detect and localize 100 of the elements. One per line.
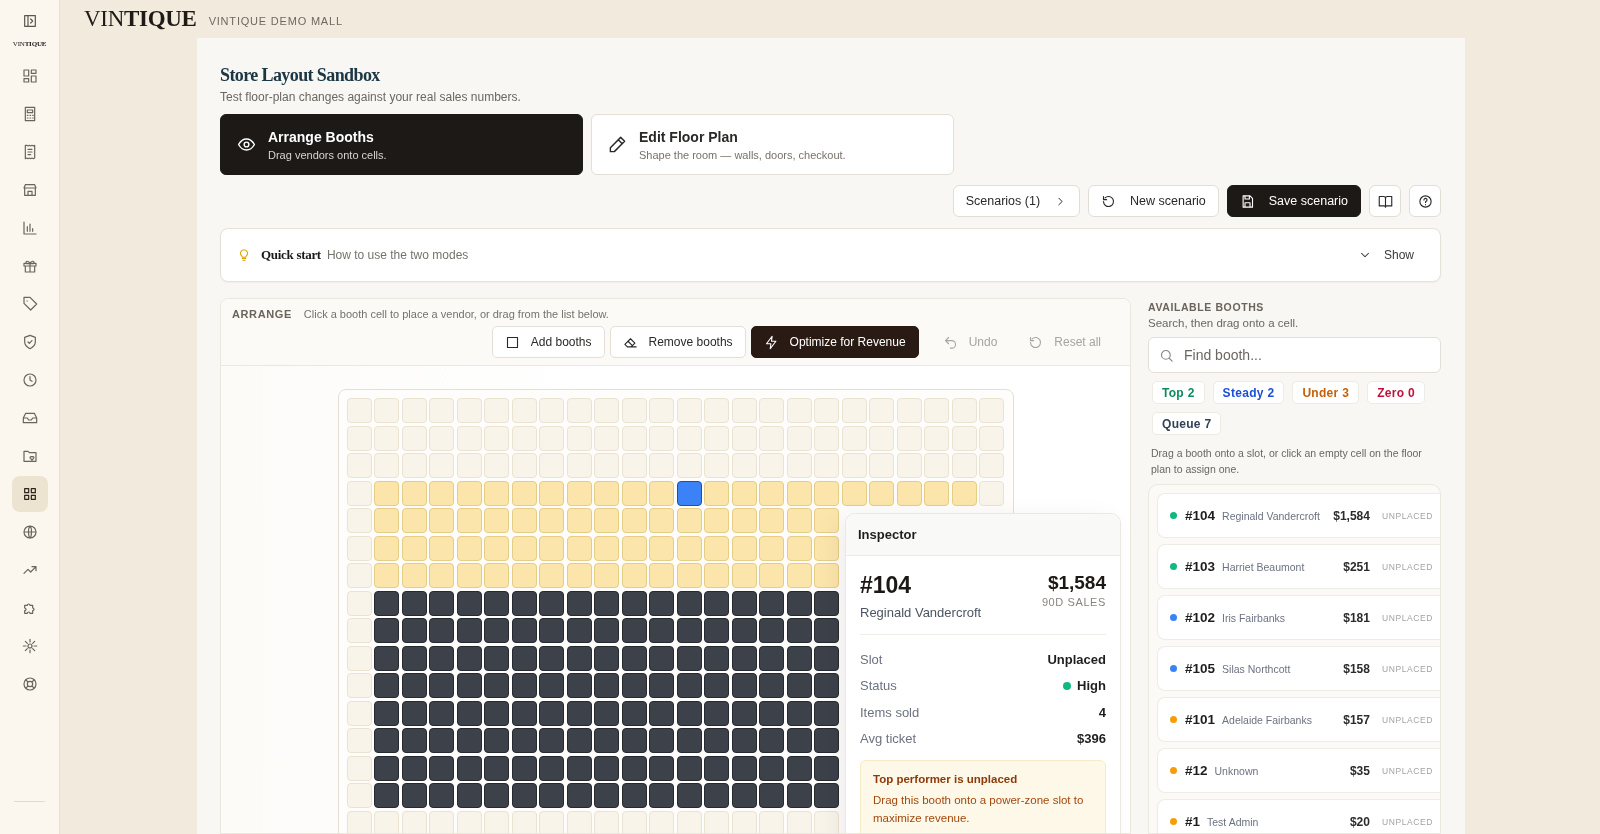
booth-cell[interactable] <box>649 700 674 726</box>
booth-cell[interactable] <box>731 700 757 726</box>
filter-chip[interactable]: Under 3 <box>1292 381 1360 404</box>
filter-chip[interactable]: Steady 2 <box>1212 381 1285 404</box>
booth-cell[interactable] <box>456 645 482 671</box>
booth-cell[interactable] <box>786 645 812 671</box>
booth-cell[interactable] <box>374 618 399 643</box>
booth-cell[interactable] <box>539 673 564 698</box>
booth-cell[interactable] <box>676 645 702 671</box>
booth-cell[interactable] <box>759 618 784 643</box>
booth-cell[interactable] <box>649 755 674 781</box>
booth-cell[interactable] <box>511 783 537 808</box>
booth-cell[interactable] <box>594 728 619 753</box>
booth-cell[interactable] <box>594 590 619 616</box>
booth-cell[interactable] <box>759 673 784 698</box>
booth-cell[interactable] <box>484 673 509 698</box>
booth-cell[interactable] <box>731 673 757 698</box>
booth-cell[interactable] <box>621 700 647 726</box>
booth-cell[interactable] <box>814 783 839 808</box>
booth-cell[interactable] <box>731 728 757 753</box>
booth-cell[interactable] <box>649 618 674 643</box>
booth-cell[interactable] <box>621 783 647 808</box>
booth-cell[interactable] <box>649 645 674 671</box>
booth-cell[interactable] <box>731 755 757 781</box>
booth-cell[interactable] <box>704 590 729 616</box>
booth-cell[interactable] <box>759 783 784 808</box>
booth-cell[interactable] <box>374 590 399 616</box>
booth-cell[interactable] <box>484 618 509 643</box>
booth-cell[interactable] <box>511 755 537 781</box>
booth-cell[interactable] <box>704 783 729 808</box>
booth-cell[interactable] <box>539 700 564 726</box>
booth-cell[interactable] <box>786 700 812 726</box>
booth-cell[interactable] <box>456 673 482 698</box>
booth-row[interactable]: #12 Unknown $35 UNPLACED <box>1157 748 1440 793</box>
booth-cell[interactable] <box>456 783 482 808</box>
booth-cell[interactable] <box>539 618 564 643</box>
booth-cell[interactable] <box>456 728 482 753</box>
booth-cell[interactable] <box>429 673 454 698</box>
mode-tab[interactable]: Arrange Booths Drag vendors onto cells. <box>220 114 583 175</box>
booth-cell[interactable] <box>429 700 454 726</box>
booth-cell[interactable] <box>814 618 839 643</box>
booth-cell[interactable] <box>621 618 647 643</box>
help-button[interactable] <box>1409 185 1441 217</box>
booth-cell[interactable] <box>759 755 784 781</box>
filter-chip[interactable]: Zero 0 <box>1367 381 1425 404</box>
sidebar-toggle-icon[interactable] <box>21 13 38 29</box>
booth-cell[interactable] <box>594 673 619 698</box>
booth-cell[interactable] <box>429 590 454 616</box>
booth-cell[interactable] <box>511 700 537 726</box>
booth-cell[interactable] <box>511 618 537 643</box>
booth-cell[interactable] <box>401 755 427 781</box>
booth-cell[interactable] <box>566 755 592 781</box>
booth-cell[interactable] <box>814 673 839 698</box>
booth-cell[interactable] <box>511 728 537 753</box>
booth-cell[interactable] <box>786 618 812 643</box>
booth-cell[interactable] <box>484 728 509 753</box>
filter-chip[interactable]: Queue 7 <box>1152 412 1222 435</box>
booth-cell[interactable] <box>704 755 729 781</box>
booth-cell[interactable] <box>484 783 509 808</box>
booth-cell[interactable] <box>676 700 702 726</box>
add-button[interactable]: Add booths <box>491 326 605 358</box>
booth-cell[interactable] <box>511 645 537 671</box>
booth-cell[interactable] <box>594 783 619 808</box>
filter-chip[interactable]: Top 2 <box>1152 381 1205 404</box>
search-field[interactable]: Find booth... <box>1148 337 1441 373</box>
booth-cell[interactable] <box>566 783 592 808</box>
booth-cell[interactable] <box>374 645 399 671</box>
booth-cell[interactable] <box>704 618 729 643</box>
booth-cell[interactable] <box>374 673 399 698</box>
booth-cell[interactable] <box>759 728 784 753</box>
booth-cell[interactable] <box>566 700 592 726</box>
remove-button[interactable]: Remove booths <box>609 326 746 358</box>
booth-cell[interactable] <box>374 700 399 726</box>
new-scenario-button[interactable]: New scenario <box>1088 185 1219 217</box>
booth-row[interactable]: #102 Iris Fairbanks $181 UNPLACED <box>1157 595 1440 640</box>
booth-cell[interactable] <box>621 728 647 753</box>
booth-cell[interactable] <box>429 645 454 671</box>
booth-cell[interactable] <box>621 673 647 698</box>
booth-cell[interactable] <box>759 700 784 726</box>
booth-row[interactable]: #101 Adelaide Fairbanks $157 UNPLACED <box>1157 697 1440 742</box>
booth-cell[interactable] <box>456 590 482 616</box>
booth-cell[interactable] <box>401 618 427 643</box>
booth-cell[interactable] <box>649 590 674 616</box>
booth-row[interactable]: #103 Harriet Beaumont $251 UNPLACED <box>1157 544 1440 589</box>
booth-cell[interactable] <box>649 673 674 698</box>
booth-cell[interactable] <box>786 783 812 808</box>
booth-row[interactable]: #1 Test Admin $20 UNPLACED <box>1157 799 1440 833</box>
booth-cell[interactable] <box>374 755 399 781</box>
booth-cell[interactable] <box>484 700 509 726</box>
booth-cell[interactable] <box>814 645 839 671</box>
booth-cell[interactable] <box>429 618 454 643</box>
booth-cell[interactable] <box>429 755 454 781</box>
booth-cell[interactable] <box>594 618 619 643</box>
booth-cell[interactable] <box>621 590 647 616</box>
booth-cell[interactable] <box>566 728 592 753</box>
booth-cell[interactable] <box>511 673 537 698</box>
booth-cell[interactable] <box>401 673 427 698</box>
booth-cell[interactable] <box>621 645 647 671</box>
booth-cell[interactable] <box>814 755 839 781</box>
guide-button[interactable] <box>1369 185 1401 217</box>
